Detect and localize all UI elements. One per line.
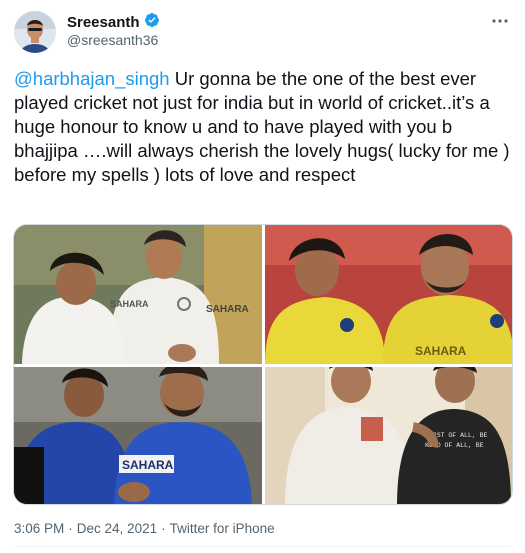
tweet-meta: 3:06 PM · Dec 24, 2021 · Twitter for iPh… xyxy=(14,521,275,536)
avatar[interactable] xyxy=(14,11,56,53)
verified-badge-icon xyxy=(144,12,160,33)
tweet-source[interactable]: Twitter for iPhone xyxy=(170,521,275,536)
jersey-text-1b: SAHARA xyxy=(206,304,249,315)
tweet-card: Sreesanth @sreesanth36 @harbhajan_singh … xyxy=(0,0,525,553)
tweet-text: @harbhajan_singh Ur gonna be the one of … xyxy=(14,67,514,187)
meta-separator-1: · xyxy=(68,521,73,536)
tweet-date[interactable]: Dec 24, 2021 xyxy=(77,521,157,536)
photo-1[interactable]: SAHARA SAHARA xyxy=(14,225,262,364)
jersey-text-2: SAHARA xyxy=(415,344,467,358)
jersey-text-1a: SAHARA xyxy=(110,299,149,309)
display-name[interactable]: Sreesanth xyxy=(67,14,140,31)
jersey-text-3: SAHARA xyxy=(122,458,174,472)
photo-2[interactable]: SAHARA xyxy=(265,225,512,364)
tweet-time[interactable]: 3:06 PM xyxy=(14,521,64,536)
more-options-button[interactable] xyxy=(489,10,511,32)
meta-separator-2: · xyxy=(161,521,166,536)
media-grid: SAHARA SAHARA SAHARA SAHARA FIRST OF ALL… xyxy=(13,224,513,505)
author-name-row: Sreesanth xyxy=(67,12,160,33)
photo-3[interactable]: SAHARA xyxy=(14,367,262,504)
more-horizontal-icon xyxy=(492,19,508,23)
photo-4[interactable]: FIRST OF ALL, BE KIND OF ALL, BE xyxy=(265,367,512,504)
mention-link[interactable]: @harbhajan_singh xyxy=(14,68,170,89)
author-handle[interactable]: @sreesanth36 xyxy=(67,32,158,48)
divider xyxy=(14,546,511,547)
